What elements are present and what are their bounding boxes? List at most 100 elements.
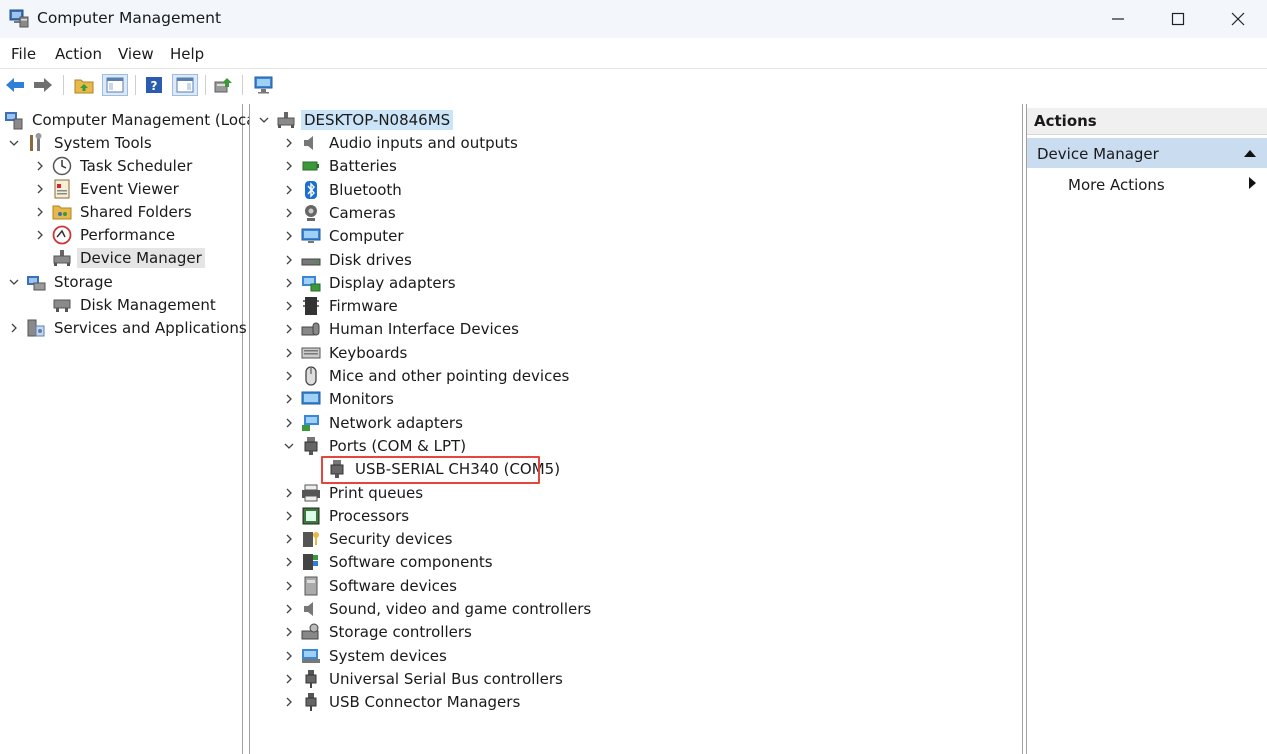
performance-icon [52, 225, 72, 245]
up-folder-button[interactable] [73, 74, 95, 96]
tree-item-services-applications[interactable]: Services and Applications [8, 317, 250, 339]
menu-action[interactable]: Action [55, 45, 102, 63]
tree-item-shared-folders[interactable]: Shared Folders [34, 201, 195, 223]
menu-view[interactable]: View [118, 45, 154, 63]
device-category-processors[interactable]: Processors [283, 505, 412, 527]
device-category-keyboards[interactable]: Keyboards [283, 342, 410, 364]
help-button[interactable]: ? [143, 74, 165, 96]
device-category-disk-drives[interactable]: Disk drives [283, 249, 415, 271]
device-category-storage-controllers[interactable]: Storage controllers [283, 621, 475, 643]
chevron-right-icon[interactable] [34, 229, 46, 241]
chevron-right-icon[interactable] [283, 580, 295, 592]
menu-file[interactable]: File [11, 45, 36, 63]
chevron-right-icon[interactable] [283, 487, 295, 499]
network-adapter-icon [301, 413, 321, 433]
close-button[interactable] [1208, 0, 1267, 38]
tree-item-device-manager[interactable]: Device Manager [52, 247, 205, 269]
computer-management-icon [4, 110, 24, 130]
chevron-right-icon[interactable] [283, 603, 295, 615]
forward-button[interactable] [32, 74, 54, 96]
chevron-right-icon[interactable] [8, 322, 20, 334]
device-category-mice-and-other-pointing-devices[interactable]: Mice and other pointing devices [283, 365, 572, 387]
device-category-bluetooth[interactable]: Bluetooth [283, 179, 405, 201]
show-hide-action-pane-button[interactable] [172, 74, 198, 96]
chevron-right-icon[interactable] [34, 160, 46, 172]
device-category-label: Security devices [329, 530, 453, 549]
chevron-right-icon[interactable] [34, 206, 46, 218]
chevron-right-icon[interactable] [283, 650, 295, 662]
tree-item-computer-management[interactable]: Computer Management (Local) [4, 109, 269, 131]
device-category-usb-connector-managers[interactable]: USB Connector Managers [283, 691, 523, 713]
storage-icon [26, 272, 46, 292]
chevron-down-icon[interactable] [283, 440, 295, 452]
chevron-down-icon[interactable] [258, 114, 270, 126]
device-category-batteries[interactable]: Batteries [283, 155, 400, 177]
chevron-right-icon[interactable] [283, 556, 295, 568]
maximize-button[interactable] [1148, 0, 1208, 38]
device-category-computer[interactable]: Computer [283, 225, 407, 247]
chevron-right-icon[interactable] [283, 230, 295, 242]
usb-connector-icon [301, 692, 321, 712]
chevron-right-icon[interactable] [283, 277, 295, 289]
chevron-right-icon[interactable] [283, 300, 295, 312]
chevron-right-icon[interactable] [283, 696, 295, 708]
device-category-audio-inputs-and-outputs[interactable]: Audio inputs and outputs [283, 132, 521, 154]
chevron-right-icon[interactable] [283, 160, 295, 172]
disk-management-icon [52, 295, 72, 315]
device-category-network-adapters[interactable]: Network adapters [283, 412, 466, 434]
show-hide-console-tree-button[interactable] [102, 74, 128, 96]
device-category-print-queues[interactable]: Print queues [283, 482, 426, 504]
chevron-right-icon[interactable] [283, 137, 295, 149]
tree-label: Task Scheduler [80, 157, 193, 175]
tree-item-storage[interactable]: Storage [8, 271, 116, 293]
tree-item-task-scheduler[interactable]: Task Scheduler [34, 155, 195, 177]
chevron-right-icon[interactable] [283, 673, 295, 685]
computer-icon [301, 226, 321, 246]
chevron-right-icon[interactable] [283, 184, 295, 196]
device-category-monitors[interactable]: Monitors [283, 388, 397, 410]
chevron-right-icon[interactable] [283, 510, 295, 522]
update-driver-button[interactable] [212, 74, 234, 96]
chevron-down-icon[interactable] [8, 276, 20, 288]
device-category-human-interface-devices[interactable]: Human Interface Devices [283, 318, 522, 340]
minimize-button[interactable] [1088, 0, 1148, 38]
tree-item-performance[interactable]: Performance [34, 224, 178, 246]
device-category-label: Display adapters [329, 273, 456, 292]
chevron-right-icon[interactable] [283, 393, 295, 405]
mouse-icon [301, 366, 321, 386]
tree-item-event-viewer[interactable]: Event Viewer [34, 178, 182, 200]
back-button[interactable] [4, 74, 26, 96]
device-category-firmware[interactable]: Firmware [283, 295, 401, 317]
device-category-security-devices[interactable]: Security devices [283, 528, 455, 550]
more-actions-item[interactable]: More Actions [1068, 176, 1165, 194]
device-category-sound-video-and-game-controllers[interactable]: Sound, video and game controllers [283, 598, 594, 620]
device-category-software-components[interactable]: Software components [283, 551, 496, 573]
chevron-right-icon[interactable] [283, 533, 295, 545]
chevron-right-icon[interactable] [283, 254, 295, 266]
tree-item-disk-management[interactable]: Disk Management [52, 294, 219, 316]
device-category-system-devices[interactable]: System devices [283, 645, 450, 667]
chevron-right-icon[interactable] [283, 626, 295, 638]
chevron-right-icon[interactable] [283, 207, 295, 219]
chevron-right-icon[interactable] [283, 370, 295, 382]
menu-help[interactable]: Help [170, 45, 204, 63]
device-tree-root[interactable]: DESKTOP-N0846MS [258, 109, 454, 131]
chevron-down-icon[interactable] [8, 137, 20, 149]
close-icon [1231, 12, 1245, 26]
chevron-right-icon[interactable] [283, 347, 295, 359]
device-category-universal-serial-bus-controllers[interactable]: Universal Serial Bus controllers [283, 668, 566, 690]
chevron-right-icon[interactable] [34, 183, 46, 195]
more-actions-label: More Actions [1068, 176, 1165, 194]
scan-hardware-button[interactable] [253, 74, 275, 96]
chevron-right-icon[interactable] [283, 417, 295, 429]
chevron-right-icon[interactable] [283, 323, 295, 335]
device-category-display-adapters[interactable]: Display adapters [283, 272, 459, 294]
tree-item-system-tools[interactable]: System Tools [8, 132, 155, 154]
device-category-label: Cameras [329, 203, 396, 222]
device-category-cameras[interactable]: Cameras [283, 202, 399, 224]
maximize-icon [1171, 12, 1185, 26]
device-category-software-devices[interactable]: Software devices [283, 575, 460, 597]
device-category-label: Software devices [329, 576, 457, 595]
actions-section-device-manager[interactable]: Device Manager [1027, 138, 1267, 168]
device-category-ports-com-lpt[interactable]: Ports (COM & LPT) [283, 435, 469, 457]
